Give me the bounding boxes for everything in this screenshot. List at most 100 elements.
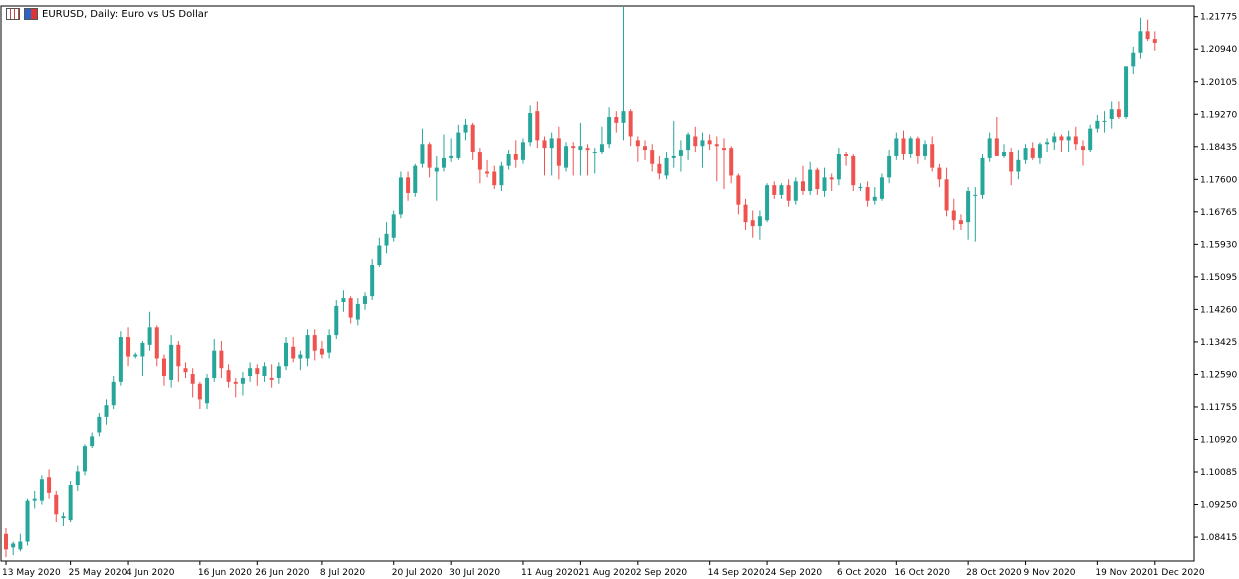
x-tick-label-9: 21 Aug 2020 <box>578 568 636 578</box>
candle-body <box>413 165 418 193</box>
candle-body <box>312 335 317 351</box>
x-tick-label-11: 14 Sep 2020 <box>708 568 765 578</box>
candle-body <box>556 138 561 166</box>
candle-body <box>1145 31 1150 40</box>
candle-body <box>140 342 145 357</box>
candle-body <box>643 146 648 151</box>
candle-body <box>564 146 569 168</box>
candle-body <box>25 500 30 542</box>
candle-body <box>973 194 978 196</box>
candle-body <box>470 124 475 153</box>
candle-body <box>1109 109 1114 119</box>
candle-body <box>75 471 80 486</box>
y-tick-label-14: 1.10085 <box>1200 468 1237 478</box>
candle-body <box>68 485 73 521</box>
candle-body <box>176 344 181 367</box>
candle-body <box>757 216 762 227</box>
candle-body <box>363 296 367 304</box>
candle-106 <box>765 183 770 223</box>
candle-body <box>4 533 8 550</box>
candle-body <box>930 144 935 168</box>
candle-body <box>923 144 928 156</box>
candle-body <box>161 358 166 376</box>
candle-body <box>441 157 446 168</box>
y-tick-label-13: 1.10920 <box>1200 435 1237 445</box>
y-tick-label-1: 1.20940 <box>1200 45 1237 55</box>
candle-body <box>183 368 188 373</box>
candle-body <box>118 337 123 382</box>
candle-54 <box>391 210 396 242</box>
x-tick-label-14: 16 Oct 2020 <box>894 568 950 578</box>
candle-body <box>901 138 906 154</box>
candle-body <box>291 346 296 359</box>
y-tick-label-9: 1.14260 <box>1200 305 1237 315</box>
candle-body <box>836 154 841 180</box>
candle-body <box>750 220 755 227</box>
candle-body <box>736 175 741 205</box>
candle-body <box>1052 136 1057 143</box>
candle-body <box>786 185 791 201</box>
candle-body <box>743 204 748 223</box>
candle-body <box>765 185 770 221</box>
candle-body <box>434 167 439 172</box>
candle-body <box>449 155 454 158</box>
candle-body <box>370 265 375 297</box>
chart-grid-icon[interactable] <box>6 8 20 20</box>
candle-body <box>793 181 798 201</box>
candle-151 <box>1088 124 1093 153</box>
candle-body <box>858 187 863 189</box>
candle-body <box>1102 120 1107 122</box>
candle-body <box>951 210 956 221</box>
x-tick-label-16: 9 Nov 2020 <box>1024 568 1076 578</box>
x-tick-label-1: 25 May 2020 <box>69 568 128 578</box>
candle-body <box>463 124 468 133</box>
candle-body <box>772 185 777 195</box>
candle-body <box>607 117 612 145</box>
x-tick-label-10: 2 Sep 2020 <box>636 568 688 578</box>
x-tick-label-3: 16 Jun 2020 <box>198 568 252 578</box>
candle-body <box>240 377 245 384</box>
candle-body <box>147 327 152 345</box>
candlestick-chart[interactable]: 1.21775 1.20940 1.20105 1.19270 1.18435 1.176… <box>0 0 1239 579</box>
candle-body <box>276 366 281 378</box>
candle-body <box>585 148 590 151</box>
candle-136 <box>980 154 985 199</box>
candle-body <box>305 335 310 359</box>
chart-window: 1.21775 1.20940 1.20105 1.19270 1.18435 1.176… <box>0 0 1239 579</box>
candle-body <box>298 354 303 359</box>
candle-body <box>693 136 698 147</box>
candle-body <box>126 337 131 357</box>
y-tick-label-2: 1.20105 <box>1200 78 1237 88</box>
candle-9 <box>68 481 73 523</box>
candle-body <box>284 342 289 367</box>
candle-body <box>664 157 669 176</box>
candle-body <box>248 368 253 376</box>
plot-frame <box>0 5 1195 562</box>
candle-body <box>1037 144 1042 158</box>
candle-body <box>729 148 734 176</box>
candle-body <box>707 140 712 145</box>
candle-body <box>1023 148 1028 160</box>
candle-body <box>1045 142 1050 145</box>
candle-body <box>937 167 942 180</box>
candle-body <box>1116 109 1121 117</box>
candle-body <box>506 154 511 166</box>
candle-body <box>1059 136 1064 141</box>
candle-78 <box>564 142 569 172</box>
candle-body <box>11 543 16 548</box>
candle-55 <box>398 171 403 219</box>
candle-body <box>197 383 202 400</box>
y-tick-label-8: 1.15095 <box>1200 273 1237 283</box>
candle-body <box>499 165 504 186</box>
candle-body <box>154 327 159 359</box>
candle-body <box>269 377 274 380</box>
candle-body <box>1095 120 1100 129</box>
candle-body <box>255 368 260 375</box>
candles-icon[interactable] <box>24 8 38 20</box>
candle-body <box>61 516 66 519</box>
candle-body <box>851 155 856 186</box>
candle-body <box>614 117 619 123</box>
x-tick-label-5: 8 Jul 2020 <box>320 568 365 578</box>
candle-body <box>233 381 238 384</box>
candle-body <box>226 370 231 382</box>
